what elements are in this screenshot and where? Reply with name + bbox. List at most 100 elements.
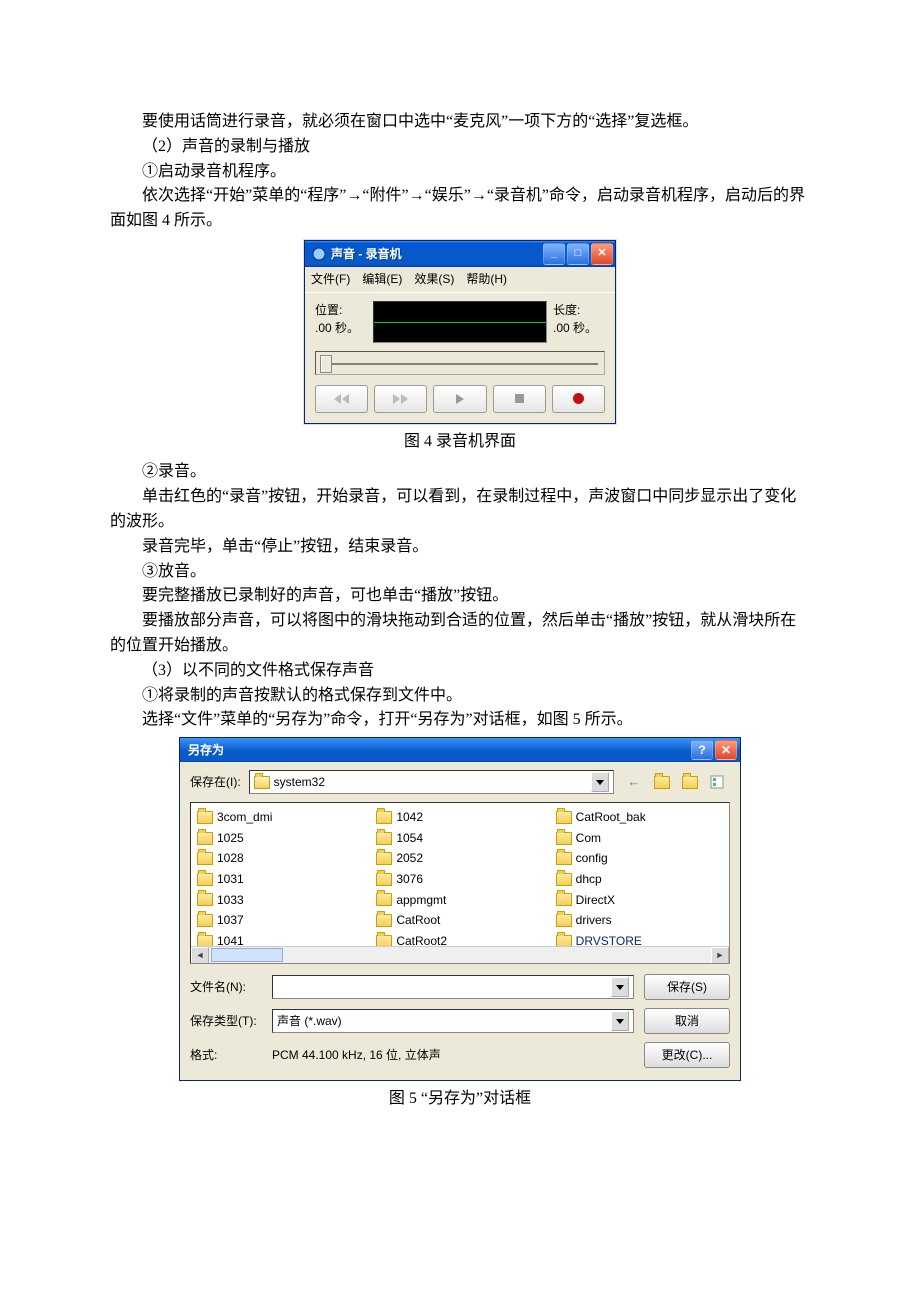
folder-icon xyxy=(556,893,572,906)
folder-icon xyxy=(556,873,572,886)
titlebar[interactable]: 声音 - 录音机 _ □ ✕ xyxy=(305,241,615,267)
folder-item[interactable]: 2052 xyxy=(376,848,543,869)
folder-item[interactable]: CatRoot_bak xyxy=(556,807,723,828)
folder-item[interactable]: DirectX xyxy=(556,890,723,911)
folder-icon xyxy=(197,832,213,845)
folder-item[interactable]: 1054 xyxy=(376,828,543,849)
change-button[interactable]: 更改(C)... xyxy=(644,1042,730,1068)
cancel-button[interactable]: 取消 xyxy=(644,1008,730,1034)
paragraph: 要播放部分声音，可以将图中的滑块拖动到合适的位置，然后单击“播放”按钮，就从滑块… xyxy=(110,609,810,659)
paragraph: 选择“文件”菜单的“另存为”命令，打开“另存为”对话框，如图 5 所示。 xyxy=(110,708,810,733)
menu-help[interactable]: 帮助(H) xyxy=(466,270,507,289)
folder-item[interactable]: 1042 xyxy=(376,807,543,828)
view-menu-button[interactable] xyxy=(706,770,730,794)
paragraph: ①将录制的声音按默认的格式保存到文件中。 xyxy=(110,684,810,709)
paragraph: 要完整播放已录制好的声音，可也单击“播放”按钮。 xyxy=(110,584,810,609)
menu-file[interactable]: 文件(F) xyxy=(311,270,350,289)
folder-item[interactable]: Com xyxy=(556,828,723,849)
scroll-left-button[interactable]: ◄ xyxy=(191,947,209,964)
dialog-title: 另存为 xyxy=(188,741,689,760)
close-button[interactable]: ✕ xyxy=(715,740,737,760)
folder-icon xyxy=(556,914,572,927)
file-list[interactable]: 3com_dmi10251028103110331037104110421054… xyxy=(190,802,730,964)
folder-icon xyxy=(197,852,213,865)
up-button[interactable] xyxy=(650,770,674,794)
folder-item[interactable]: 1025 xyxy=(197,828,364,849)
filename-label: 文件名(N): xyxy=(190,978,262,997)
folder-item[interactable]: 1037 xyxy=(197,910,364,931)
save-as-dialog: 另存为 ? ✕ 保存在(I): system32 ← xyxy=(179,737,741,1081)
chevron-down-icon[interactable] xyxy=(611,1011,629,1031)
play-button[interactable] xyxy=(433,385,486,413)
folder-name: 1033 xyxy=(217,891,244,910)
position-slider[interactable] xyxy=(315,351,605,375)
folder-icon xyxy=(376,811,392,824)
folder-name: CatRoot_bak xyxy=(576,808,646,827)
save-in-label: 保存在(I): xyxy=(190,773,241,792)
folder-icon xyxy=(197,873,213,886)
folder-item[interactable]: dhcp xyxy=(556,869,723,890)
maximize-button[interactable]: □ xyxy=(567,243,589,265)
folder-item[interactable]: 1028 xyxy=(197,848,364,869)
scroll-right-button[interactable]: ► xyxy=(711,947,729,964)
seek-end-button[interactable] xyxy=(374,385,427,413)
paragraph: ③放音。 xyxy=(110,560,810,585)
minimize-button[interactable]: _ xyxy=(543,243,565,265)
menu-edit[interactable]: 编辑(E) xyxy=(362,270,402,289)
paragraph: ①启动录音机程序。 xyxy=(110,160,810,185)
save-button[interactable]: 保存(S) xyxy=(644,974,730,1000)
h-scrollbar[interactable]: ◄ ► xyxy=(191,946,729,963)
filetype-label: 保存类型(T): xyxy=(190,1012,262,1031)
folder-name: 3076 xyxy=(396,870,423,889)
folder-item[interactable]: drivers xyxy=(556,910,723,931)
folder-name: config xyxy=(576,849,608,868)
chevron-down-icon[interactable] xyxy=(591,772,609,792)
chevron-down-icon[interactable] xyxy=(611,977,629,997)
paragraph: 单击红色的“录音”按钮，开始录音，可以看到，在录制过程中，声波窗口中同步显示出了… xyxy=(110,485,810,535)
folder-name: 1042 xyxy=(396,808,423,827)
folder-item[interactable]: 1031 xyxy=(197,869,364,890)
paragraph: ②录音。 xyxy=(110,460,810,485)
length-label: 长度: xyxy=(553,301,605,320)
close-button[interactable]: ✕ xyxy=(591,243,613,265)
folder-name: 1028 xyxy=(217,849,244,868)
folder-name: CatRoot xyxy=(396,911,440,930)
paragraph: （2）声音的录制与播放 xyxy=(110,135,810,160)
record-button[interactable] xyxy=(552,385,605,413)
window-title: 声音 - 录音机 xyxy=(331,245,543,264)
folder-icon xyxy=(376,893,392,906)
folder-item[interactable]: appmgmt xyxy=(376,890,543,911)
seek-start-button[interactable] xyxy=(315,385,368,413)
waveform-display xyxy=(373,301,547,343)
help-button[interactable]: ? xyxy=(691,740,713,760)
location-combo[interactable]: system32 xyxy=(249,770,614,794)
folder-icon xyxy=(556,811,572,824)
folder-item[interactable]: CatRoot xyxy=(376,910,543,931)
stop-button[interactable] xyxy=(493,385,546,413)
folder-icon xyxy=(556,852,572,865)
folder-icon xyxy=(197,811,213,824)
filetype-combo[interactable]: 声音 (*.wav) xyxy=(272,1009,634,1033)
folder-item[interactable]: 1033 xyxy=(197,890,364,911)
folder-icon xyxy=(556,832,572,845)
folder-icon xyxy=(376,873,392,886)
folder-icon xyxy=(197,914,213,927)
length-value: .00 秒。 xyxy=(553,319,605,338)
menubar: 文件(F) 编辑(E) 效果(S) 帮助(H) xyxy=(305,267,615,293)
new-folder-button[interactable] xyxy=(678,770,702,794)
menu-effect[interactable]: 效果(S) xyxy=(414,270,454,289)
titlebar[interactable]: 另存为 ? ✕ xyxy=(180,738,740,762)
back-button[interactable]: ← xyxy=(622,770,646,794)
folder-item[interactable]: config xyxy=(556,848,723,869)
format-label: 格式: xyxy=(190,1046,262,1065)
folder-name: appmgmt xyxy=(396,891,446,910)
filename-input[interactable] xyxy=(272,975,634,999)
folder-icon xyxy=(197,893,213,906)
folder-name: 2052 xyxy=(396,849,423,868)
folder-item[interactable]: 3076 xyxy=(376,869,543,890)
position-value: .00 秒。 xyxy=(315,319,367,338)
folder-icon xyxy=(254,776,270,789)
sound-recorder-window: 声音 - 录音机 _ □ ✕ 文件(F) 编辑(E) 效果(S) 帮助(H) 位… xyxy=(304,240,616,424)
scroll-thumb[interactable] xyxy=(211,948,283,962)
folder-item[interactable]: 3com_dmi xyxy=(197,807,364,828)
